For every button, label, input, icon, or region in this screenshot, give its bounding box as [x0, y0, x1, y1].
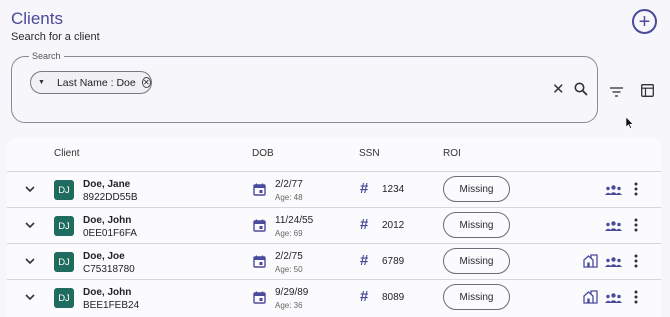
chevron-down-icon[interactable]: [24, 183, 36, 195]
dob-value: 2/2/77: [275, 179, 303, 190]
dob-value: 11/24/55: [275, 215, 314, 226]
hash-icon: #: [360, 288, 369, 305]
chevron-down-icon[interactable]: [24, 255, 36, 267]
age-value: Age: 36: [275, 301, 303, 310]
table-columns-icon[interactable]: [641, 84, 654, 97]
age-value: Age: 48: [275, 193, 303, 202]
group-icon[interactable]: [605, 293, 622, 303]
clear-icon[interactable]: ✕: [552, 82, 565, 97]
more-vertical-icon[interactable]: [634, 290, 638, 304]
add-client-button[interactable]: +: [632, 9, 657, 34]
calendar-icon: [253, 291, 266, 304]
more-vertical-icon[interactable]: [634, 218, 638, 232]
chip-remove-icon[interactable]: ✕: [141, 77, 151, 88]
search-legend: Search: [29, 51, 64, 61]
house-icon[interactable]: [583, 290, 598, 304]
calendar-icon: [253, 219, 266, 232]
ssn-value: 8089: [382, 292, 405, 303]
filter-icon[interactable]: [610, 87, 623, 97]
table-row[interactable]: DJ Doe, John BEE1FEB24 9/29/89 Age: 36 #…: [7, 279, 661, 315]
column-header-dob[interactable]: DOB: [252, 148, 274, 159]
house-icon[interactable]: [583, 254, 598, 268]
table-row[interactable]: DJ Doe, John 0EE01F6FA 11/24/55 Age: 69 …: [7, 207, 661, 243]
clients-table: Client DOB SSN ROI DJ Doe, Jane 8922DD55…: [7, 138, 661, 317]
client-id: BEE1FEB24: [83, 300, 140, 311]
page-subtitle: Search for a client: [11, 31, 100, 43]
search-icon[interactable]: [574, 82, 588, 96]
client-name[interactable]: Doe, John: [83, 215, 131, 226]
client-name[interactable]: Doe, Jane: [83, 179, 130, 190]
client-id: C75318780: [83, 264, 135, 275]
clients-page: Clients Search for a client + Search ▼ L…: [0, 0, 670, 317]
avatar: DJ: [54, 180, 74, 200]
client-id: 0EE01F6FA: [83, 228, 137, 239]
client-id: 8922DD55B: [83, 192, 138, 203]
roi-missing-button[interactable]: Missing: [443, 284, 510, 310]
roi-missing-button[interactable]: Missing: [443, 212, 510, 238]
column-header-ssn[interactable]: SSN: [359, 148, 380, 159]
plus-icon: +: [638, 10, 651, 33]
avatar: DJ: [54, 288, 74, 308]
client-name[interactable]: Doe, Joe: [83, 251, 125, 262]
chevron-down-icon[interactable]: [24, 291, 36, 303]
filter-chip-label: Last Name : Doe: [56, 76, 136, 89]
roi-missing-button[interactable]: Missing: [443, 248, 510, 274]
mouse-cursor-icon: [626, 117, 634, 129]
group-icon[interactable]: [605, 185, 622, 195]
column-header-client[interactable]: Client: [54, 148, 80, 159]
hash-icon: #: [360, 216, 369, 233]
chevron-down-icon[interactable]: [24, 219, 36, 231]
calendar-icon: [253, 255, 266, 268]
hash-icon: #: [360, 180, 369, 197]
roi-missing-button[interactable]: Missing: [443, 176, 510, 202]
ssn-value: 6789: [382, 256, 405, 267]
age-value: Age: 69: [275, 229, 303, 238]
page-title: Clients: [11, 9, 63, 28]
chip-caret-icon[interactable]: ▼: [38, 79, 45, 86]
calendar-icon: [253, 183, 266, 196]
ssn-value: 2012: [382, 220, 405, 231]
more-vertical-icon[interactable]: [634, 254, 638, 268]
age-value: Age: 50: [275, 265, 303, 274]
client-name[interactable]: Doe, John: [83, 287, 131, 298]
table-row[interactable]: DJ Doe, Joe C75318780 2/2/75 Age: 50 # 6…: [7, 243, 661, 279]
ssn-value: 1234: [382, 184, 405, 195]
avatar: DJ: [54, 216, 74, 236]
column-header-roi[interactable]: ROI: [443, 148, 461, 159]
group-icon[interactable]: [605, 221, 622, 231]
more-vertical-icon[interactable]: [634, 182, 638, 196]
hash-icon: #: [360, 252, 369, 269]
group-icon[interactable]: [605, 257, 622, 267]
avatar: DJ: [54, 252, 74, 272]
filter-chip[interactable]: ▼ Last Name : Doe ✕: [30, 71, 152, 94]
table-row[interactable]: DJ Doe, Jane 8922DD55B 2/2/77 Age: 48 # …: [7, 171, 661, 207]
dob-value: 9/29/89: [275, 287, 309, 298]
dob-value: 2/2/75: [275, 251, 303, 262]
